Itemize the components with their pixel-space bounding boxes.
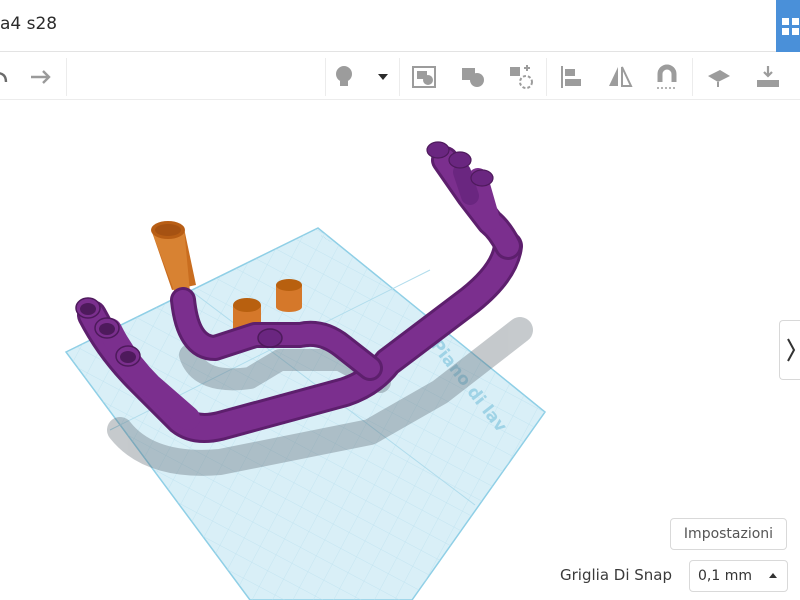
design-title[interactable]: a4 s28 <box>0 14 57 34</box>
caret-up-icon <box>769 573 777 578</box>
title-bar: a4 s28 <box>0 0 800 52</box>
align-icon[interactable] <box>556 62 586 92</box>
group-icon[interactable] <box>409 62 439 92</box>
grid-icon <box>782 17 799 35</box>
workplane-icon[interactable] <box>704 62 734 92</box>
settings-button[interactable]: Impostazioni <box>670 518 787 550</box>
orange-cylinder-tall[interactable] <box>151 221 196 296</box>
ungroup-icon[interactable] <box>458 62 488 92</box>
magnet-icon[interactable] <box>652 62 682 92</box>
snap-grid-select[interactable]: 0,1 mm <box>689 560 788 592</box>
redo-icon[interactable] <box>26 62 56 92</box>
snap-grid-label: Griglia Di Snap <box>560 566 673 584</box>
side-panel-toggle[interactable] <box>779 320 800 380</box>
orange-cylinder-small[interactable] <box>276 279 302 312</box>
lightbulb-icon[interactable] <box>329 62 359 92</box>
ruler-icon[interactable] <box>753 62 783 92</box>
toolbar <box>0 52 800 100</box>
dropdown-caret-icon[interactable] <box>368 62 398 92</box>
snap-grid-value: 0,1 mm <box>698 568 752 584</box>
mirror-icon[interactable] <box>605 62 635 92</box>
grid-view-button[interactable] <box>776 0 800 52</box>
undo-icon[interactable] <box>0 62 16 92</box>
chevron-right-icon <box>786 338 795 362</box>
align-shapes-icon[interactable] <box>506 62 536 92</box>
